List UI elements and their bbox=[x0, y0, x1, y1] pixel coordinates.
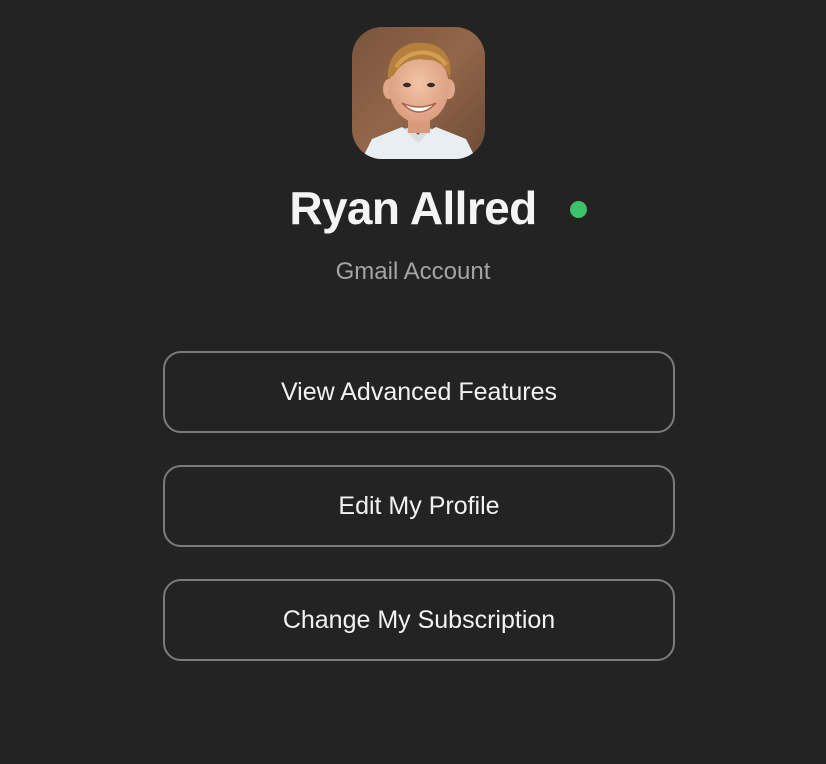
profile-avatar[interactable] bbox=[352, 27, 485, 159]
profile-name: Ryan Allred bbox=[289, 182, 537, 234]
account-type-label: Gmail Account bbox=[335, 258, 491, 285]
profile-name-row: Ryan Allred bbox=[0, 178, 826, 240]
view-advanced-features-button[interactable]: View Advanced Features bbox=[163, 351, 675, 433]
edit-my-profile-button[interactable]: Edit My Profile bbox=[163, 465, 675, 547]
online-status-icon bbox=[570, 201, 587, 218]
change-my-subscription-button[interactable]: Change My Subscription bbox=[163, 579, 675, 661]
avatar-photo-icon bbox=[352, 27, 485, 159]
